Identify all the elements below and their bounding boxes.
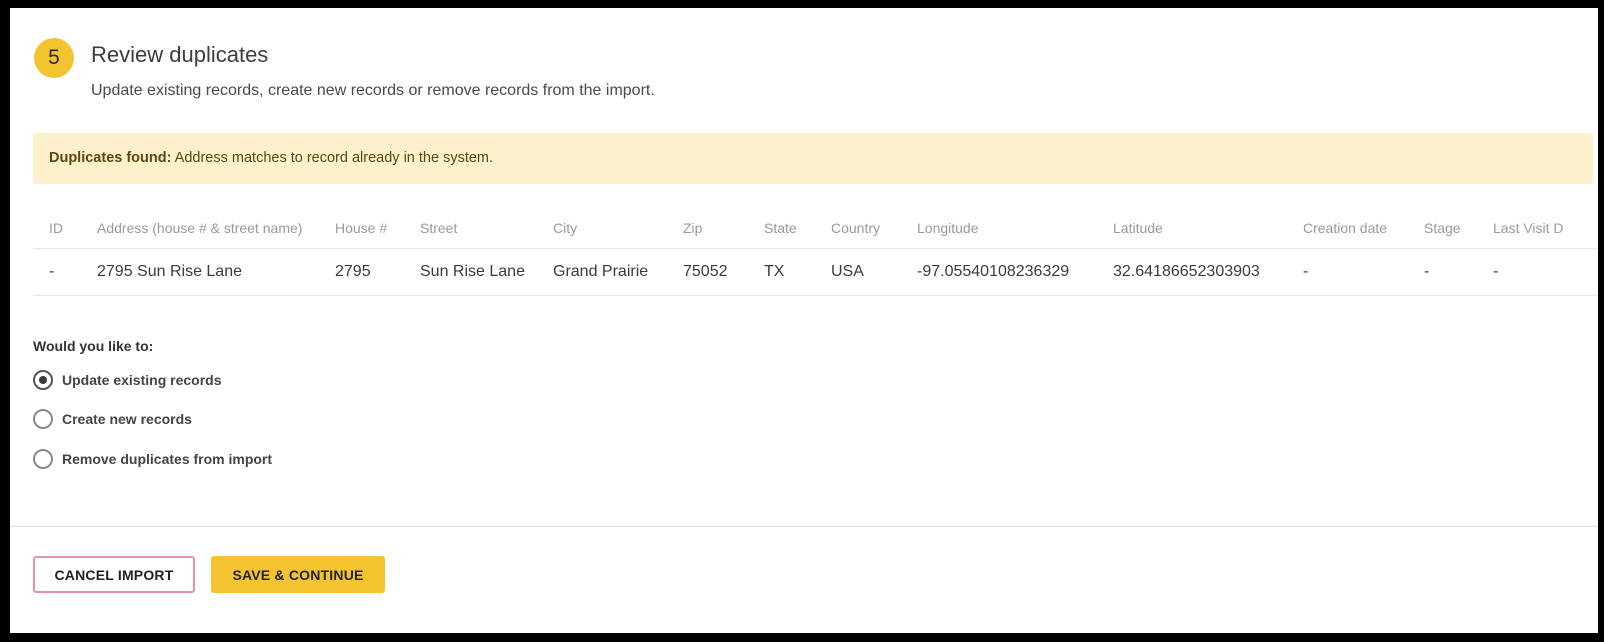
cell-last-visit: - (1477, 248, 1598, 296)
option-update-existing[interactable]: Update existing records (33, 369, 222, 391)
column-header-latitude: Latitude (1097, 208, 1287, 249)
alert-heading: Duplicates found: (49, 150, 172, 166)
cell-latitude: 32.64186652303903 (1097, 248, 1287, 296)
duplicates-table: ID Address (house # & street name) House… (33, 208, 1598, 296)
column-header-id: ID (33, 208, 81, 249)
column-header-city: City (537, 208, 667, 249)
cancel-import-button[interactable]: CANCEL IMPORT (33, 556, 195, 593)
radio-remove-duplicates[interactable] (33, 449, 53, 469)
footer-divider (10, 526, 1598, 527)
option-create-new[interactable]: Create new records (33, 408, 192, 430)
cell-id: - (33, 248, 81, 296)
cell-city: Grand Prairie (537, 248, 667, 296)
column-header-street: Street (404, 208, 537, 249)
option-remove-duplicates[interactable]: Remove duplicates from import (33, 448, 272, 470)
cell-state: TX (748, 248, 815, 296)
option-label: Update existing records (62, 372, 222, 388)
column-header-country: Country (815, 208, 901, 249)
cell-longitude: -97.05540108236329 (901, 248, 1097, 296)
radio-update-existing[interactable] (33, 370, 53, 390)
alert-message: Address matches to record already in the… (171, 150, 494, 166)
step-number-badge: 5 (34, 38, 74, 78)
import-panel: 5 Review duplicates Update existing reco… (10, 8, 1598, 633)
radio-create-new[interactable] (33, 409, 53, 429)
column-header-house-number: House # (319, 208, 404, 249)
page-title: Review duplicates (91, 42, 269, 67)
table-header-row: ID Address (house # & street name) House… (33, 208, 1598, 249)
cell-house-number: 2795 (319, 248, 404, 296)
cell-creation-date: - (1287, 248, 1408, 296)
column-header-state: State (748, 208, 815, 249)
column-header-creation-date: Creation date (1287, 208, 1408, 249)
save-continue-button[interactable]: SAVE & CONTINUE (211, 556, 385, 593)
cell-address: 2795 Sun Rise Lane (81, 248, 319, 296)
option-label: Remove duplicates from import (62, 451, 273, 467)
column-header-stage: Stage (1408, 208, 1477, 249)
table-row: - 2795 Sun Rise Lane 2795 Sun Rise Lane … (33, 248, 1598, 296)
cell-stage: - (1408, 248, 1477, 296)
cell-zip: 75052 (667, 248, 748, 296)
page-subtitle: Update existing records, create new reco… (91, 82, 655, 99)
cell-street: Sun Rise Lane (404, 248, 537, 296)
column-header-zip: Zip (667, 208, 748, 249)
column-header-address: Address (house # & street name) (81, 208, 319, 249)
column-header-last-visit: Last Visit D (1477, 208, 1598, 249)
action-question: Would you like to: (33, 338, 154, 354)
column-header-longitude: Longitude (901, 208, 1097, 249)
option-label: Create new records (62, 411, 192, 427)
duplicates-alert: Duplicates found: Address matches to rec… (33, 133, 1593, 184)
cell-country: USA (815, 248, 901, 296)
